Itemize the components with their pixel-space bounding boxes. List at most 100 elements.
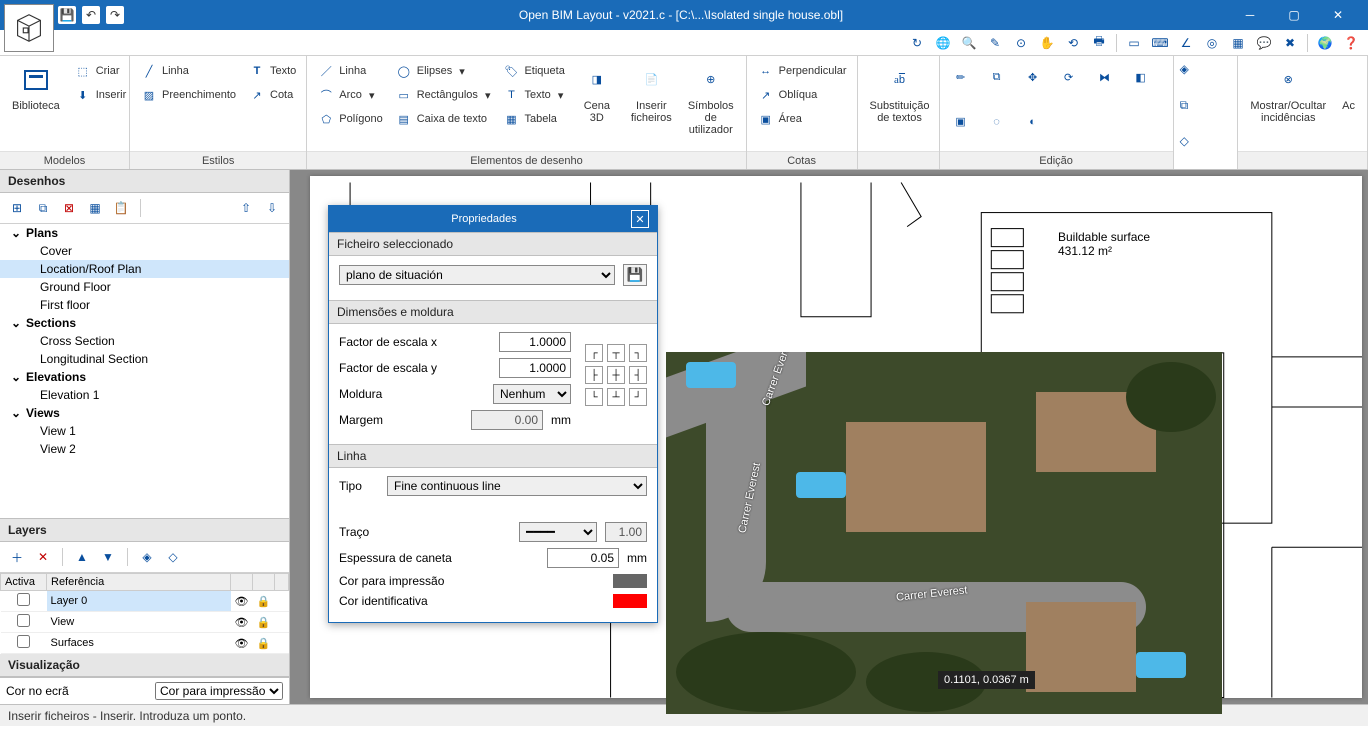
layers-table[interactable]: Activa Referência Layer 0👁🔒 View👁🔒 Surfa… [0, 573, 289, 654]
cena3d-button[interactable]: ◨Cena 3D [573, 60, 621, 126]
layers2-icon[interactable]: ◇ [1180, 134, 1210, 164]
factor-y-input[interactable] [499, 358, 571, 378]
cube-layer-icon[interactable]: ◇ [162, 546, 184, 568]
keyboard-icon[interactable]: ⌨ [1149, 32, 1171, 54]
select-icon[interactable]: ◌ [982, 107, 1012, 137]
factor-x-input[interactable] [499, 332, 571, 352]
cota-button[interactable]: ↗Cota [244, 84, 300, 106]
add-layer-icon[interactable]: ＋ [6, 546, 28, 568]
tree-leaf[interactable]: View 1 [0, 422, 289, 440]
circle-target-icon[interactable]: ◎ [1201, 32, 1223, 54]
print-icon[interactable]: 🖶 [1088, 32, 1110, 54]
tree-leaf[interactable]: Longitudinal Section [0, 350, 289, 368]
anchor-grid[interactable]: ┌┬┐ ├┼┤ └┴┘ [585, 344, 647, 436]
inserir-button[interactable]: ⬇Inserir [70, 84, 131, 106]
pencil-icon[interactable]: ✏ [946, 62, 976, 92]
scale-icon[interactable]: ◐ [1018, 107, 1048, 137]
help-icon[interactable]: ❓ [1340, 32, 1362, 54]
tree-leaf[interactable]: Ground Floor [0, 278, 289, 296]
move-icon[interactable]: ✥ [1018, 62, 1048, 92]
layer-name[interactable]: View [47, 612, 231, 633]
area-button[interactable]: ▣Área [753, 108, 851, 130]
down-icon[interactable]: ⇩ [261, 197, 283, 219]
mostrar-button[interactable]: ⊗Mostrar/Ocultar incidências [1244, 60, 1332, 126]
layers-icon[interactable]: ◈ [1180, 62, 1210, 92]
zoom-extents-icon[interactable]: ⊙ [1010, 32, 1032, 54]
stack-icon[interactable]: ⧉ [1180, 98, 1210, 128]
grid-sheet-icon[interactable]: ▦ [84, 197, 106, 219]
layer-check[interactable] [17, 593, 30, 606]
close-button[interactable]: ✕ [1316, 0, 1360, 30]
inserir-ficheiros-button[interactable]: 📄Inserir ficheiros [625, 60, 678, 126]
linha-button[interactable]: ／Linha [313, 60, 386, 82]
cor-id-swatch[interactable] [613, 594, 647, 608]
viz-select[interactable]: Cor para impressão [155, 682, 283, 700]
tabela-button[interactable]: ▦Tabela [498, 108, 568, 130]
copy-icon[interactable]: ⧉ [982, 62, 1012, 92]
pencil-icon[interactable]: ✎ [984, 32, 1006, 54]
sheet-tree[interactable]: ⌄Plans Cover Location/Roof Plan Ground F… [0, 224, 289, 518]
tree-group-plans[interactable]: ⌄Plans [0, 224, 289, 242]
grid-icon[interactable]: ▦ [1227, 32, 1249, 54]
moldura-select[interactable]: Nenhum [493, 384, 571, 404]
espessura-input[interactable] [547, 548, 619, 568]
add-sheet-icon[interactable]: ⊞ [6, 197, 28, 219]
pan-icon[interactable]: ✋ [1036, 32, 1058, 54]
del-layer-icon[interactable]: ✕ [32, 546, 54, 568]
show-layer-icon[interactable]: ◈ [136, 546, 158, 568]
undo-icon[interactable]: ↶ [82, 6, 100, 24]
layer-check[interactable] [17, 635, 30, 648]
save-icon[interactable]: 💾 [58, 6, 76, 24]
perpendicular-button[interactable]: ↔Perpendicular [753, 60, 851, 82]
tree-leaf[interactable]: Location/Roof Plan [0, 260, 289, 278]
cor-impressao-swatch[interactable] [613, 574, 647, 588]
tipo-select[interactable]: Fine continuous line [387, 476, 647, 496]
biblioteca-button[interactable]: Biblioteca [6, 60, 66, 114]
rotate2-icon[interactable]: ⟳ [1054, 62, 1084, 92]
globe2-icon[interactable]: 🌍 [1314, 32, 1336, 54]
tree-leaf[interactable]: Cover [0, 242, 289, 260]
window-icon[interactable]: ▭ [1123, 32, 1145, 54]
obliqua-button[interactable]: ↗Oblíqua [753, 84, 851, 106]
refresh-icon[interactable]: ↻ [906, 32, 928, 54]
tree-leaf[interactable]: View 2 [0, 440, 289, 458]
tree-leaf[interactable]: Cross Section [0, 332, 289, 350]
ficheiro-select[interactable]: plano de situación [339, 265, 615, 285]
lock-icon[interactable]: 🔒 [253, 591, 275, 612]
mirror-icon[interactable]: ⧓ [1090, 62, 1120, 92]
app-logo[interactable] [4, 4, 54, 52]
chat-icon[interactable]: 💬 [1253, 32, 1275, 54]
copy-sheet-icon[interactable]: 📋 [110, 197, 132, 219]
up-icon[interactable]: ⇧ [235, 197, 257, 219]
redo-icon[interactable]: ↷ [106, 6, 124, 24]
texto-button[interactable]: TTexto ▾ [498, 84, 568, 106]
etiqueta-button[interactable]: 🏷Etiqueta [498, 60, 568, 82]
globe-icon[interactable]: 🌐 [932, 32, 954, 54]
eye-icon[interactable]: 👁 [231, 612, 253, 633]
caixa-button[interactable]: ▤Caixa de texto [391, 108, 495, 130]
dialog-close-button[interactable]: ✕ [631, 210, 649, 228]
layer-name[interactable]: Layer 0 [47, 591, 231, 612]
traco-select[interactable]: ━━━━ [519, 522, 597, 542]
poligono-button[interactable]: ⬠Polígono [313, 108, 386, 130]
erase-icon[interactable]: ◧ [1126, 62, 1156, 92]
angle-icon[interactable]: ∠ [1175, 32, 1197, 54]
eye-icon[interactable]: 👁 [231, 633, 253, 654]
zoom-icon[interactable]: 🔍 [958, 32, 980, 54]
tree-group-elevations[interactable]: ⌄Elevations [0, 368, 289, 386]
texto-style-button[interactable]: TTexto [244, 60, 300, 82]
del-sheet-icon[interactable]: ⊠ [58, 197, 80, 219]
simbolos-button[interactable]: ⊕Símbolos de utilizador [682, 60, 740, 138]
maximize-button[interactable]: ▢ [1272, 0, 1316, 30]
substituicao-button[interactable]: abSubstituição de textos [864, 60, 936, 126]
dup-sheet-icon[interactable]: ⧉ [32, 197, 54, 219]
tree-leaf[interactable]: First floor [0, 296, 289, 314]
down-layer-icon[interactable]: ▼ [97, 546, 119, 568]
preenchimento-button[interactable]: ▨Preenchimento [136, 84, 240, 106]
layer-check[interactable] [17, 614, 30, 627]
linha-style-button[interactable]: ╱Linha [136, 60, 240, 82]
ac-button[interactable]: Ac [1336, 60, 1361, 114]
criar-button[interactable]: ⬚Criar [70, 60, 131, 82]
properties-dialog[interactable]: Propriedades ✕ Ficheiro seleccionado pla… [328, 205, 658, 623]
elipses-button[interactable]: ◯Elipses ▾ [391, 60, 495, 82]
